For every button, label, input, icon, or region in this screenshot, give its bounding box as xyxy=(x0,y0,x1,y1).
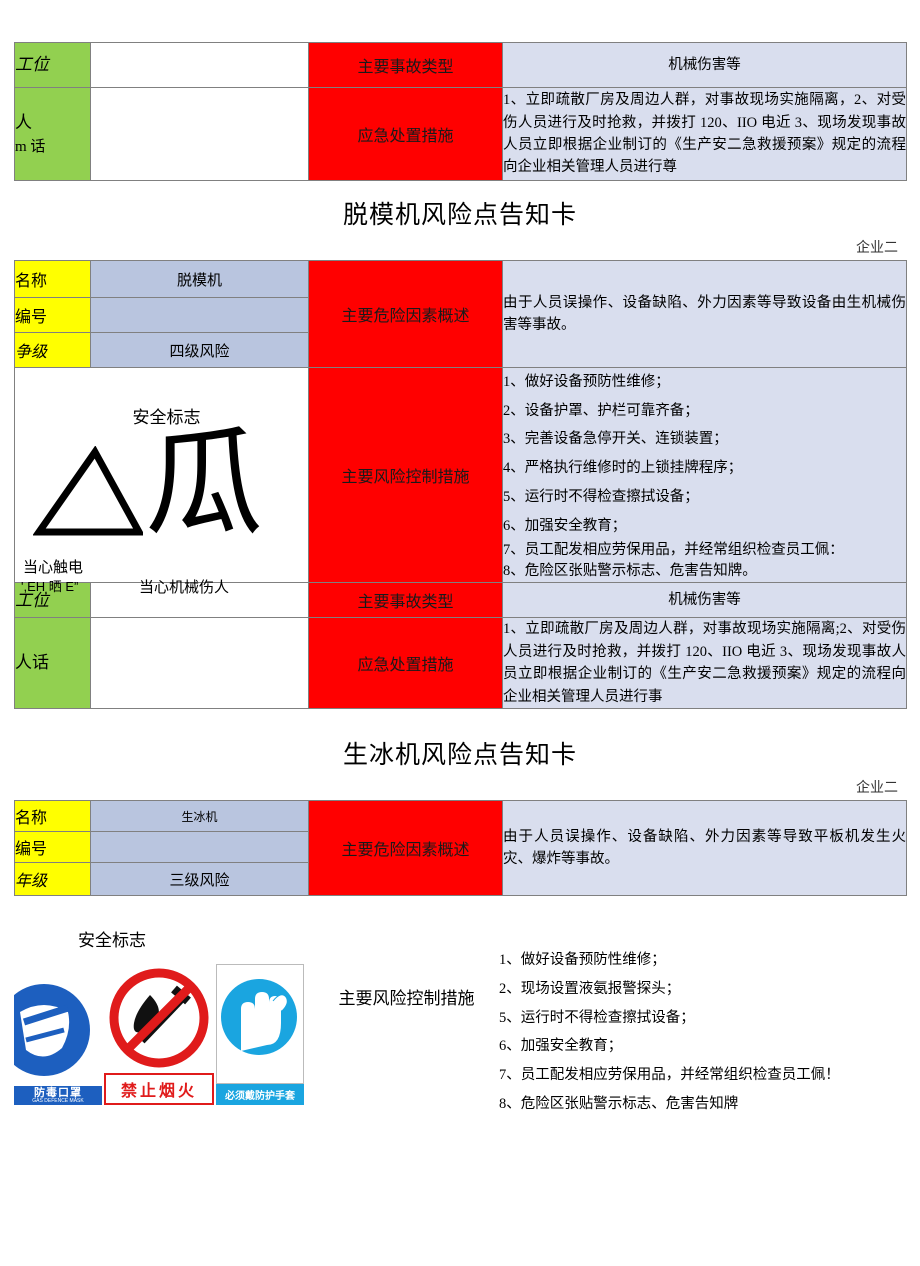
sign-caption-left: 当心触电 xyxy=(23,559,84,576)
code-value[interactable] xyxy=(90,831,309,864)
table-row: 人话 应急处置措施 1、立即疏散厂房及周边人群，对事故现场实施隔离;2、对受伤人… xyxy=(14,617,907,710)
section-title-shengbingji: 生冰机风险点告知卡 xyxy=(342,742,577,770)
safety-sign-cell: 安全标志 瓜 当心触电 ',ЕН 晒 E” 当心机械伤人 xyxy=(14,366,309,596)
accident-type-label: 主要事故类型 xyxy=(308,582,503,619)
list-item: 5、运行时不得检查擦拭设备； xyxy=(499,1009,695,1026)
control-measures-cell: 1、做好设备预防性维修； 2、现场设置液氨报警探头； 5、运行时不得检查擦拭设备… xyxy=(499,926,906,1118)
hazard-overview-label: 主要危险因素概述 xyxy=(308,260,503,368)
corp-label-shengbingji: 企业二 xyxy=(856,781,898,797)
accident-type-content: 机械伤害等 xyxy=(502,42,907,88)
section-title-tuomoji: 脱模机风险点告知卡 xyxy=(342,202,577,229)
list-item: 1、做好设备预防性维修； xyxy=(499,952,666,969)
level-value[interactable]: 三级风险 xyxy=(90,862,309,897)
contact-value-cell[interactable] xyxy=(90,617,309,710)
control-measures-list: 1、做好设备预防性维修； 2、现场设置液氨报警探头； 5、运行时不得检查擦拭设备… xyxy=(499,946,906,1118)
level-value[interactable]: 四级风险 xyxy=(90,332,309,368)
hazard-overview-text: 由于人员误操作、设备缺陷、外力因素等导致设备由生机械伤害等事故。 xyxy=(502,260,907,368)
list-item: 2、现场设置液氨报警探头； xyxy=(499,980,681,997)
document-page: 工位 主要事故类型 机械伤害等 人 m 话 应急处置措施 1、立即疏散厂房及周边… xyxy=(0,0,920,1266)
control-measures-cell: 1、做好设备预防性维修； 2、设备护罩、护栏可靠齐备； 3、完善设备急停开关、连… xyxy=(502,366,907,584)
list-item: 2、设备护罩、护栏可靠齐备； xyxy=(503,402,699,419)
list-item: 6、加强安全教育； xyxy=(499,1038,623,1055)
no-fire-icon xyxy=(104,963,214,1074)
contact-label-line2: m 话 xyxy=(15,138,46,155)
wear-gloves-icon xyxy=(216,964,304,1085)
post-label-cell: 工位 xyxy=(14,42,91,88)
list-item: 5、运行时不得检查擦拭设备； xyxy=(503,488,699,505)
risk-card-tuomoji: 名称 脱模机 主要危险因素概述 由于人员误操作、设备缺陷、外力因素等导致设备由生… xyxy=(14,260,907,710)
safety-sign-glyphs: 瓜 当心触电 ',ЕН 晒 E” 当心机械伤人 xyxy=(15,424,308,596)
post-value-cell[interactable] xyxy=(90,42,309,88)
table-row: 名称 生冰机 主要危险因素概述 由于人员误操作、设备缺陷、外力因素等导致平板机发… xyxy=(14,800,907,897)
list-item: 8、危险区张贴警示标志、危害告知牌。 xyxy=(503,563,757,580)
level-label: 争级 xyxy=(14,332,91,368)
contact-label-cell: 人 m 话 xyxy=(14,87,91,181)
code-label: 编号 xyxy=(14,297,91,333)
top-partial-card: 工位 主要事故类型 机械伤害等 人 m 话 应急处置措施 1、立即疏散厂房及周边… xyxy=(0,0,920,181)
gas-mask-icon xyxy=(14,978,102,1087)
safety-sign-title: 安全标志 xyxy=(78,931,146,951)
table-row: 安全标志 瓜 当心触电 ',ЕН 晒 E” 当心机械伤人 主要风险控制措施 1、 xyxy=(14,366,907,596)
table-row: 名称 脱模机 主要危险因素概述 由于人员误操作、设备缺陷、外力因素等导致设备由生… xyxy=(14,260,907,368)
list-item: 7、员工配发相应劳保用品，并经常组织检查员工佩： xyxy=(503,542,844,559)
pictogram-gas-mask: 防毒口罩 GAS DEFENCE MASK xyxy=(14,978,102,1106)
pictogram-label: 防毒口罩 GAS DEFENCE MASK xyxy=(14,1086,102,1106)
risk-card-shengbingji: 名称 生冰机 主要危险因素概述 由于人员误操作、设备缺陷、外力因素等导致平板机发… xyxy=(14,800,907,897)
emergency-measures-content: 1、立即疏散厂房及周边人群，对事故现场实施隔离;2、对受伤人员进行及时抢救，并拨… xyxy=(502,617,907,710)
control-measures-list: 1、做好设备预防性维修； 2、设备护罩、护栏可靠齐备； 3、完善设备急停开关、连… xyxy=(503,368,906,582)
table-row: 工位 主要事故类型 机械伤害等 xyxy=(14,42,907,88)
list-item: 1、做好设备预防性维修； xyxy=(503,374,670,390)
emergency-measures-label: 应急处置措施 xyxy=(308,87,503,181)
control-measures-label: 主要风险控制措施 xyxy=(338,989,475,1009)
hazard-overview-text: 由于人员误操作、设备缺陷、外力因素等导致平板机发生火灾、爆炸等事故。 xyxy=(502,800,907,897)
level-label: 年级 xyxy=(14,862,91,897)
name-value[interactable]: 脱模机 xyxy=(90,260,309,298)
pictogram-wear-gloves: 必须戴防护手套 xyxy=(216,964,304,1106)
pictogram-row: 防毒口罩 GAS DEFENCE MASK 禁止烟火 必须戴防护手套 xyxy=(14,963,314,1106)
contact-value-cell[interactable] xyxy=(90,87,309,181)
contact-label-line1: 人 xyxy=(15,113,32,132)
code-label: 编号 xyxy=(14,831,91,864)
pictogram-label: 必须戴防护手套 xyxy=(216,1084,304,1106)
control-measures-label: 主要风险控制措施 xyxy=(308,366,503,584)
bottom-sign-block: 安全标志 防毒口罩 GAS DEFENCE MASK 禁止烟火 必须戴防护手套 … xyxy=(14,926,906,1118)
pictogram-label: 禁止烟火 xyxy=(104,1073,214,1106)
list-item: 6、加强安全教育； xyxy=(503,517,627,534)
accident-type-content: 机械伤害等 xyxy=(502,582,907,619)
gua-glyph-icon: 瓜 xyxy=(145,413,264,552)
list-item: 4、严格执行维修时的上锁挂牌程序； xyxy=(503,460,743,477)
corp-label-tuomoji: 企业二 xyxy=(856,241,898,256)
pictogram-no-fire: 禁止烟火 xyxy=(104,963,214,1106)
list-item: 8、危险区张贴警示标志、危害告知牌 xyxy=(499,1095,739,1112)
sign-caption-right: 当心机械伤人 xyxy=(139,579,230,596)
accident-emergency-table-top: 工位 主要事故类型 机械伤害等 人 m 话 应急处置措施 1、立即疏散厂房及周边… xyxy=(14,42,907,181)
name-value[interactable]: 生冰机 xyxy=(90,800,309,833)
safety-sign-cell: 安全标志 防毒口罩 GAS DEFENCE MASK 禁止烟火 必须戴防护手套 xyxy=(14,926,314,1106)
code-value[interactable] xyxy=(90,297,309,333)
emergency-measures-label: 应急处置措施 xyxy=(308,617,503,710)
contact-label-cell: 人话 xyxy=(14,617,91,710)
accident-type-label: 主要事故类型 xyxy=(308,42,503,88)
table-row: 人 m 话 应急处置措施 1、立即疏散厂房及周边人群，对事故现场实施隔离，2、对… xyxy=(14,87,907,181)
sign-caption-left-sub: ',ЕН 晒 E” xyxy=(21,578,79,594)
list-item: 3、完善设备急停开关、连锁装置； xyxy=(503,431,728,448)
name-label: 名称 xyxy=(14,260,91,298)
hazard-overview-label: 主要危险因素概述 xyxy=(308,800,503,897)
name-label: 名称 xyxy=(14,800,91,833)
emergency-measures-content: 1、立即疏散厂房及周边人群，对事故现场实施隔离，2、对受伤人员进行及时抢救，并拨… xyxy=(502,87,907,181)
list-item: 7、员工配发相应劳保用品，并经常组织检查员工佩！ xyxy=(499,1066,840,1083)
warning-triangle-icon xyxy=(32,445,145,543)
